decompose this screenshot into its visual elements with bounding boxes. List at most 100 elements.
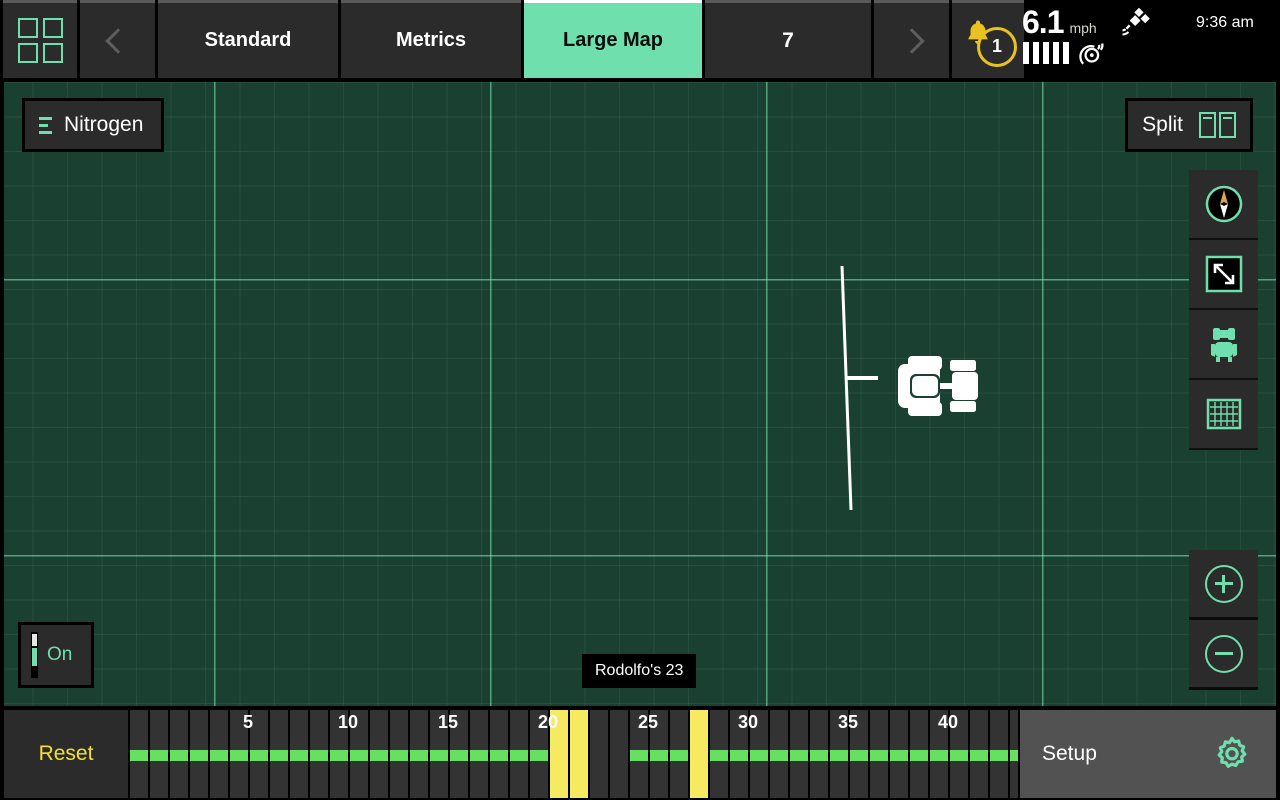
zoom-out-icon	[1205, 635, 1243, 673]
field-view-icon	[1202, 392, 1246, 436]
section-active-indicator	[390, 750, 408, 761]
reset-label: Reset	[39, 742, 94, 766]
zoom-out-button[interactable]	[1189, 620, 1258, 690]
section-active-indicator	[170, 750, 188, 761]
compass-north-icon	[1202, 182, 1246, 226]
section-active-indicator	[970, 750, 988, 761]
gear-icon	[1212, 734, 1252, 774]
top-navigation-bar: Standard Metrics Large Map 7 1 6	[0, 0, 1280, 80]
section-cell[interactable]	[610, 710, 628, 798]
next-page-button[interactable]	[874, 0, 949, 78]
coverage-toggle[interactable]: On	[18, 622, 94, 688]
section-active-indicator	[510, 750, 528, 761]
section-active-indicator	[910, 750, 928, 761]
bottom-bar: Reset 51015202530354045 Setup	[0, 708, 1280, 800]
section-cell[interactable]	[590, 710, 608, 798]
satellite-dish-icon	[1078, 40, 1108, 68]
section-active-indicator	[950, 750, 968, 761]
alert-count-badge: 1	[977, 27, 1017, 67]
section-active-indicator	[410, 750, 428, 761]
setup-label: Setup	[1042, 742, 1097, 766]
section-active-indicator	[1010, 750, 1018, 761]
boom-indicator-icon	[31, 632, 38, 678]
tab-large-map-label: Large Map	[563, 29, 663, 52]
section-control-bar[interactable]: 51015202530354045	[130, 710, 1018, 798]
section-active-indicator	[830, 750, 848, 761]
map-layer-label: Nitrogen	[64, 113, 143, 137]
zoom-to-extents-icon	[1202, 252, 1246, 296]
section-active-indicator	[890, 750, 908, 761]
section-active-indicator	[530, 750, 548, 761]
machine-view-icon	[1201, 321, 1247, 367]
section-active-indicator	[130, 750, 148, 761]
section-active-indicator	[730, 750, 748, 761]
section-active-indicator	[710, 750, 728, 761]
split-view-label: Split	[1142, 113, 1183, 137]
map-view[interactable]: Nitrogen Split	[4, 82, 1276, 706]
section-active-indicator	[870, 750, 888, 761]
setup-button[interactable]: Setup	[1020, 710, 1276, 798]
section-active-indicator	[850, 750, 868, 761]
reset-button[interactable]: Reset	[4, 710, 128, 798]
apps-grid-button[interactable]	[3, 0, 77, 78]
application-root: Standard Metrics Large Map 7 1 6	[0, 0, 1280, 800]
compass-north-button[interactable]	[1189, 170, 1258, 240]
zoom-to-extents-button[interactable]	[1189, 240, 1258, 310]
section-cell[interactable]	[690, 710, 708, 798]
tab-standard[interactable]: Standard	[158, 0, 338, 78]
section-active-indicator	[230, 750, 248, 761]
zoom-in-button[interactable]	[1189, 550, 1258, 620]
legend-layers-icon	[39, 117, 52, 134]
status-cluster: 6.1 mph	[1022, 0, 1182, 80]
coverage-toggle-label: On	[47, 644, 72, 666]
chevron-right-icon	[899, 28, 924, 53]
section-active-indicator	[370, 750, 388, 761]
section-active-indicator	[250, 750, 268, 761]
section-active-indicator	[930, 750, 948, 761]
section-active-indicator	[430, 750, 448, 761]
section-active-indicator	[990, 750, 1008, 761]
signal-strength-bars	[1023, 42, 1069, 64]
speed-value: 6.1	[1022, 4, 1063, 41]
vehicle-icon	[894, 352, 984, 422]
section-active-indicator	[350, 750, 368, 761]
section-active-indicator	[450, 750, 468, 761]
tab-large-map[interactable]: Large Map	[524, 0, 702, 78]
clock-time: 9:36 am	[1196, 14, 1254, 32]
section-active-indicator	[190, 750, 208, 761]
section-cell[interactable]	[550, 710, 568, 798]
previous-page-button[interactable]	[80, 0, 155, 78]
section-active-indicator	[290, 750, 308, 761]
split-view-icon	[1199, 112, 1236, 138]
field-name-label: Rodolfo's 23	[595, 662, 683, 680]
alerts-button[interactable]: 1	[952, 0, 1024, 78]
section-cell[interactable]	[570, 710, 588, 798]
section-active-indicator	[810, 750, 828, 761]
section-active-indicator	[750, 750, 768, 761]
tab-metrics[interactable]: Metrics	[341, 0, 521, 78]
section-active-indicator	[650, 750, 668, 761]
section-active-indicator	[150, 750, 168, 761]
split-view-button[interactable]: Split	[1125, 98, 1253, 152]
section-active-indicator	[630, 750, 648, 761]
section-active-indicator	[770, 750, 788, 761]
chevron-left-icon	[105, 28, 130, 53]
satellite-icon	[1118, 6, 1152, 40]
map-grid-major	[4, 82, 1276, 706]
speed-unit: mph	[1069, 20, 1096, 36]
page-number-label: 7	[782, 29, 794, 53]
section-active-indicator	[310, 750, 328, 761]
section-active-indicator	[330, 750, 348, 761]
field-name-plate: Rodolfo's 23	[582, 654, 696, 688]
tab-metrics-label: Metrics	[396, 29, 466, 52]
machine-view-button[interactable]	[1189, 310, 1258, 380]
map-layer-chip[interactable]: Nitrogen	[22, 98, 164, 152]
page-number-button[interactable]: 7	[705, 0, 871, 78]
map-zoom-controls	[1189, 550, 1258, 690]
section-active-indicator	[490, 750, 508, 761]
zoom-in-icon	[1205, 565, 1243, 603]
map-tool-rail	[1189, 170, 1258, 450]
guidance-ab-line	[840, 266, 880, 516]
speed-readout: 6.1 mph	[1022, 4, 1097, 41]
field-view-button[interactable]	[1189, 380, 1258, 450]
